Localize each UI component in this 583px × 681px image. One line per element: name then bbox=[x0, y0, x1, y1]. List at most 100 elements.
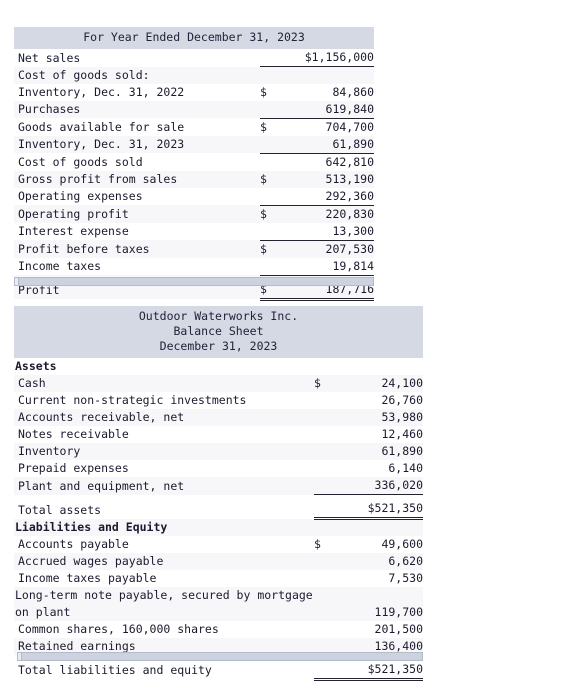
row-amount: 61,890 bbox=[381, 444, 423, 458]
row-label: Profit before taxes bbox=[18, 241, 150, 256]
table-row: Current non-strategic investments 26,760 bbox=[14, 392, 423, 409]
table-row: Liabilities and Equity bbox=[14, 518, 423, 536]
row-label: Operating profit bbox=[18, 206, 129, 221]
table-row: Income taxes 19,814 bbox=[14, 257, 374, 276]
table-row: Inventory, Dec. 31, 2022 $84,860 bbox=[14, 83, 374, 101]
table-row: Notes receivable 12,460 bbox=[14, 426, 423, 443]
income-statement-scrollbar[interactable] bbox=[14, 277, 374, 286]
income-statement-header: For Year Ended December 31, 2023 bbox=[14, 27, 374, 49]
row-amount: 13,300 bbox=[276, 222, 374, 241]
row-currency-symbol: $ bbox=[260, 241, 267, 256]
table-row: Purchases 619,840 bbox=[14, 100, 374, 119]
row-amount: 53,980 bbox=[381, 410, 423, 424]
row-amount: 292,360 bbox=[276, 187, 374, 206]
row-currency-symbol bbox=[260, 100, 276, 119]
row-currency-symbol: $ bbox=[260, 119, 267, 134]
row-currency-symbol bbox=[260, 49, 276, 67]
table-row: Inventory 61,890 bbox=[14, 443, 423, 460]
row-label: Operating expenses bbox=[18, 189, 143, 203]
row-label: Assets bbox=[15, 359, 57, 373]
table-row: Gross profit from sales $513,190 bbox=[14, 170, 374, 188]
income-statement: For Year Ended December 31, 2023 Net sal… bbox=[14, 27, 374, 301]
table-row: Income taxes payable 7,530 bbox=[14, 569, 423, 587]
row-currency-symbol bbox=[260, 257, 276, 276]
row-amount bbox=[276, 67, 374, 84]
row-amount: 207,530 bbox=[325, 241, 374, 256]
table-row: Prepaid expenses 6,140 bbox=[14, 460, 423, 477]
row-currency-symbol bbox=[314, 409, 328, 426]
table-row: Profit before taxes $207,530 bbox=[14, 240, 374, 258]
table-row: Accrued wages payable 6,620 bbox=[14, 552, 423, 570]
row-label: Long-term note payable, secured by mortg… bbox=[15, 587, 313, 619]
table-row: Cash $24,100 bbox=[14, 375, 423, 392]
row-currency-symbol: $ bbox=[314, 536, 321, 551]
table-row: Net sales $1,156,000 bbox=[14, 49, 374, 67]
row-amount: 6,620 bbox=[388, 553, 423, 568]
row-label: Liabilities and Equity bbox=[15, 519, 168, 534]
table-row: Long-term note payable, secured by mortg… bbox=[14, 586, 423, 621]
row-amount: 26,760 bbox=[381, 393, 423, 407]
table-row: Total assets $521,350 bbox=[14, 494, 423, 520]
row-currency-symbol bbox=[314, 477, 328, 495]
scrollbar-nub bbox=[15, 278, 19, 285]
balance-sheet-body: Assets Cash $24,100 Current non-strategic i… bbox=[14, 358, 423, 681]
row-currency-symbol bbox=[260, 67, 276, 84]
row-amount: 6,140 bbox=[388, 461, 423, 475]
table-row: Cost of goods sold: bbox=[14, 66, 374, 84]
row-label: Purchases bbox=[18, 102, 81, 116]
row-amount: 336,020 bbox=[328, 477, 423, 495]
row-label: Cost of goods sold: bbox=[18, 67, 150, 82]
row-currency-symbol bbox=[314, 621, 328, 638]
row-label: Net sales bbox=[18, 50, 81, 65]
row-currency-symbol bbox=[314, 519, 328, 536]
row-amount bbox=[328, 358, 423, 375]
balance-sheet-header-line: Outdoor Waterworks Inc. bbox=[138, 309, 299, 323]
row-amount: 84,860 bbox=[332, 84, 374, 99]
income-statement-table: Net sales $1,156,000 Cost of goods sold: In… bbox=[14, 49, 374, 301]
row-label: Accounts payable bbox=[18, 536, 129, 551]
table-row: Inventory, Dec. 31, 2023 61,890 bbox=[14, 135, 374, 154]
balance-sheet-scrollbar[interactable] bbox=[17, 652, 423, 661]
table-row: Cost of goods sold 642,810 bbox=[14, 153, 374, 171]
row-label: Goods available for sale bbox=[18, 119, 185, 134]
row-amount bbox=[328, 519, 423, 536]
income-statement-header-line: For Year Ended December 31, 2023 bbox=[83, 30, 305, 44]
row-amount: 12,460 bbox=[381, 427, 423, 441]
row-label: Notes receivable bbox=[18, 427, 129, 441]
row-currency-symbol: $ bbox=[314, 376, 321, 390]
row-label: Inventory, Dec. 31, 2023 bbox=[18, 137, 185, 151]
row-currency-symbol bbox=[314, 460, 328, 477]
balance-sheet-header-line: December 31, 2023 bbox=[159, 339, 278, 353]
row-amount: 201,500 bbox=[374, 621, 423, 636]
row-label: Inventory, Dec. 31, 2022 bbox=[18, 84, 185, 99]
row-currency-symbol bbox=[314, 392, 328, 409]
row-amount: 61,890 bbox=[276, 135, 374, 154]
row-currency-symbol bbox=[314, 443, 328, 460]
row-amount: $1,156,000 bbox=[276, 49, 374, 67]
table-row: Interest expense 13,300 bbox=[14, 222, 374, 241]
row-currency-symbol bbox=[314, 553, 328, 570]
table-row: Accounts payable $49,600 bbox=[14, 535, 423, 553]
table-row: Operating profit $220,830 bbox=[14, 205, 374, 223]
row-amount: 619,840 bbox=[276, 100, 374, 119]
row-label: Accounts receivable, net bbox=[18, 410, 185, 424]
row-label: Inventory bbox=[18, 444, 81, 458]
row-currency-symbol: $ bbox=[260, 206, 267, 221]
row-currency-symbol bbox=[314, 494, 328, 520]
row-currency-symbol bbox=[314, 358, 328, 375]
row-label: Income taxes bbox=[18, 259, 102, 273]
row-currency-symbol bbox=[314, 587, 328, 621]
row-amount: 642,810 bbox=[325, 154, 374, 169]
row-amount: 513,190 bbox=[325, 171, 374, 186]
row-amount: $521,350 bbox=[328, 494, 423, 520]
scrollbar-nub bbox=[18, 653, 22, 660]
row-currency-symbol bbox=[260, 222, 276, 241]
row-currency-symbol bbox=[260, 153, 276, 171]
row-amount: 24,100 bbox=[381, 376, 423, 390]
row-currency-symbol bbox=[314, 426, 328, 443]
row-label: Total assets bbox=[18, 502, 102, 517]
row-currency-symbol bbox=[260, 135, 276, 154]
row-label: Cost of goods sold bbox=[18, 154, 143, 169]
row-label: Accrued wages payable bbox=[18, 553, 164, 568]
table-row: Operating expenses 292,360 bbox=[14, 187, 374, 206]
